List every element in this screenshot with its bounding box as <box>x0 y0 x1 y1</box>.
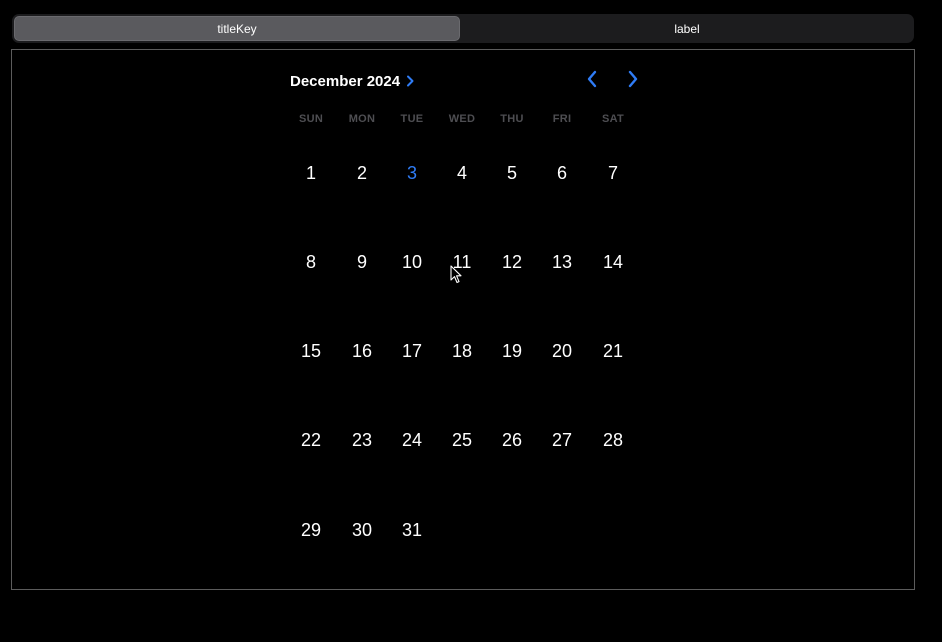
segmented-control: titleKey label <box>12 14 914 43</box>
day-cell[interactable]: 15 <box>291 336 331 366</box>
day-cell[interactable]: 27 <box>542 425 582 455</box>
day-cell[interactable]: 26 <box>492 425 532 455</box>
chevron-right-icon <box>406 75 414 87</box>
day-cell[interactable]: 18 <box>442 336 482 366</box>
day-cell[interactable]: 31 <box>392 515 432 545</box>
page: titleKey label December 2024 SUN MON TUE… <box>0 0 942 642</box>
month-year-picker-button[interactable]: December 2024 <box>290 71 414 91</box>
day-cell[interactable]: 7 <box>593 158 633 188</box>
day-cell[interactable]: 1 <box>291 158 331 188</box>
day-cell[interactable]: 8 <box>291 247 331 277</box>
segment-titlekey[interactable]: titleKey <box>14 16 460 41</box>
day-cell[interactable]: 22 <box>291 425 331 455</box>
chevron-right-icon <box>627 70 639 93</box>
day-cell[interactable]: 30 <box>342 515 382 545</box>
day-cell[interactable]: 23 <box>342 425 382 455</box>
weekday-tue: TUE <box>400 113 424 125</box>
day-cell[interactable]: 9 <box>342 247 382 277</box>
segment-label[interactable]: label <box>462 16 912 41</box>
day-cell[interactable]: 16 <box>342 336 382 366</box>
day-cell[interactable]: 2 <box>342 158 382 188</box>
day-cell[interactable]: 5 <box>492 158 532 188</box>
calendar-frame <box>11 49 915 590</box>
weekday-fri: FRI <box>552 113 572 125</box>
mouse-pointer-icon <box>450 265 462 284</box>
day-cell[interactable]: 19 <box>492 336 532 366</box>
day-cell[interactable]: 21 <box>593 336 633 366</box>
day-cell[interactable]: 24 <box>392 425 432 455</box>
day-cell[interactable]: 14 <box>593 247 633 277</box>
weekday-wed: WED <box>448 113 476 125</box>
weekday-sun: SUN <box>298 113 324 125</box>
day-cell-today[interactable]: 3 <box>392 158 432 188</box>
previous-month-button[interactable] <box>582 70 602 93</box>
day-cell[interactable]: 6 <box>542 158 582 188</box>
weekday-thu: THU <box>500 113 524 125</box>
day-cell[interactable]: 10 <box>392 247 432 277</box>
day-cell[interactable]: 17 <box>392 336 432 366</box>
day-cell[interactable]: 29 <box>291 515 331 545</box>
weekday-mon: MON <box>348 113 376 125</box>
day-cell[interactable]: 13 <box>542 247 582 277</box>
day-cell[interactable]: 25 <box>442 425 482 455</box>
day-cell[interactable]: 28 <box>593 425 633 455</box>
chevron-left-icon <box>586 70 598 93</box>
day-cell[interactable]: 11 <box>442 247 482 277</box>
day-cell[interactable]: 20 <box>542 336 582 366</box>
month-year-label: December 2024 <box>290 72 401 90</box>
day-cell[interactable]: 12 <box>492 247 532 277</box>
day-cell[interactable]: 4 <box>442 158 482 188</box>
weekday-sat: SAT <box>601 113 625 125</box>
next-month-button[interactable] <box>623 70 643 93</box>
